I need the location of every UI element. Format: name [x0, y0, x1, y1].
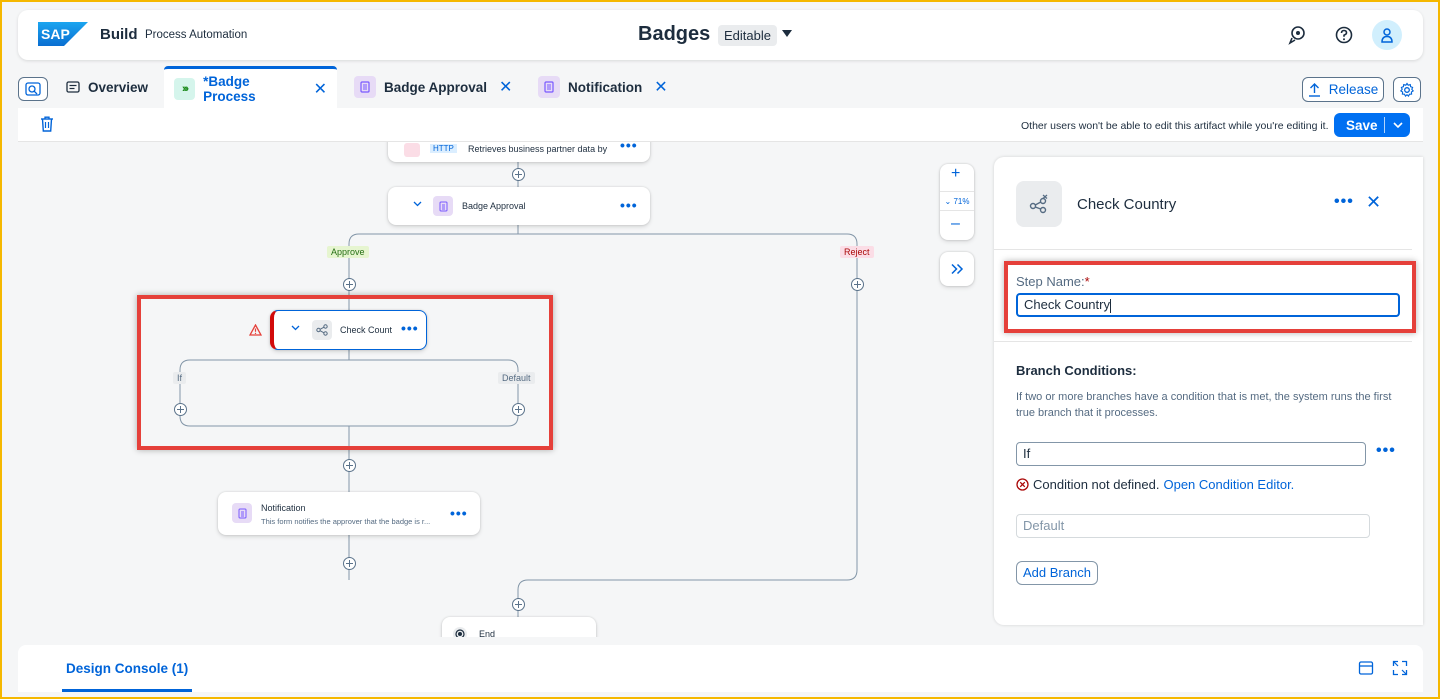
divider — [994, 341, 1412, 342]
more-icon[interactable]: ••• — [620, 197, 638, 213]
status-badge[interactable]: Editable — [718, 25, 777, 46]
user-icon — [1381, 28, 1393, 43]
edit-lock-note: Other users won't be able to edit this a… — [1021, 120, 1329, 132]
chevron-down-icon[interactable] — [413, 201, 422, 207]
node-tag: HTTP — [430, 144, 457, 153]
tab-label: Notification — [568, 79, 643, 95]
trash-icon[interactable] — [40, 116, 54, 132]
error-icon — [1016, 478, 1029, 491]
more-icon[interactable]: ••• — [450, 505, 468, 521]
more-icon[interactable]: ••• — [1334, 193, 1354, 211]
node-label: Notification — [261, 503, 306, 513]
process-icon: ››› — [174, 77, 196, 100]
node-notification[interactable]: Notification This form notifies the appr… — [218, 492, 480, 535]
overview-icon — [66, 81, 80, 93]
caret-down-icon[interactable] — [782, 30, 792, 37]
tab-badge-process[interactable]: ››› *Badge Process ✕ — [164, 66, 337, 108]
highlight-box — [137, 295, 553, 450]
app-frame: SAP Build Process Automation Badges Edit… — [2, 2, 1438, 697]
form-icon — [538, 76, 560, 98]
condition-error: Condition not defined. Open Condition Ed… — [1016, 477, 1294, 492]
close-icon[interactable]: ✕ — [1366, 192, 1381, 213]
tab-badge-approval[interactable]: Badge Approval ✕ — [344, 66, 522, 108]
settings-button[interactable] — [1393, 77, 1421, 102]
save-label: Save — [1346, 117, 1378, 133]
branch-conditions-help: If two or more branches have a condition… — [1016, 391, 1392, 419]
tab-label: *Badge Process — [203, 73, 256, 104]
stop-icon — [453, 627, 467, 637]
shell-bar: SAP Build Process Automation Badges Edit… — [18, 10, 1423, 60]
upload-icon — [1308, 82, 1320, 97]
panel-title: Check Country — [1077, 196, 1177, 213]
help-icon[interactable] — [1334, 25, 1354, 45]
branch-conditions-title: Branch Conditions: — [1016, 363, 1137, 378]
zoom-controls: + ⌄ 71% – — [940, 164, 974, 240]
product-name: Process Automation — [145, 29, 248, 41]
search-icon — [25, 82, 41, 96]
add-step-button[interactable] — [343, 459, 356, 472]
zoom-value: 71% — [953, 197, 970, 206]
page-title: Badges — [638, 23, 711, 45]
release-button[interactable]: Release — [1302, 77, 1384, 102]
feedback-icon[interactable] — [1287, 25, 1307, 45]
properties-panel: Check Country ••• ✕ Step Name:* Check Co… — [994, 157, 1423, 625]
save-button[interactable]: Save — [1334, 113, 1410, 137]
fullscreen-icon[interactable] — [1392, 660, 1408, 676]
close-icon[interactable]: ✕ — [499, 77, 512, 97]
branch-if-input[interactable]: If — [1016, 442, 1366, 466]
release-label: Release — [1328, 82, 1379, 97]
tab-label: Overview — [88, 79, 149, 95]
add-step-button[interactable] — [512, 598, 525, 611]
api-icon — [404, 143, 420, 157]
form-icon — [232, 503, 252, 523]
node-badge-approval[interactable]: Badge Approval ••• — [388, 187, 650, 225]
highlight-box — [1004, 261, 1416, 333]
add-step-button[interactable] — [343, 557, 356, 570]
branch-label-approve: Approve — [327, 246, 369, 258]
expand-panel-button[interactable] — [940, 252, 974, 286]
form-icon — [433, 196, 453, 216]
more-icon[interactable]: ••• — [1376, 442, 1396, 460]
editor-toolbar: Other users won't be able to edit this a… — [18, 108, 1423, 142]
brand-name: Build — [100, 26, 138, 43]
node-label: Retrieves business partner data by — [468, 144, 608, 154]
sap-logo[interactable]: SAP — [38, 22, 88, 46]
add-step-button[interactable] — [851, 278, 864, 291]
tab-notification[interactable]: Notification ✕ — [528, 66, 678, 108]
add-step-button[interactable] — [343, 278, 356, 291]
more-icon[interactable]: ••• — [620, 142, 638, 153]
tab-overview[interactable]: Overview — [56, 66, 158, 108]
close-icon[interactable]: ✕ — [314, 79, 327, 99]
gateway-icon — [1016, 181, 1062, 227]
divider — [994, 249, 1412, 250]
error-text: Condition not defined. — [1033, 477, 1160, 492]
avatar[interactable] — [1372, 20, 1402, 50]
tab-bar: Overview ››› *Badge Process ✕ Badge Appr… — [2, 66, 1438, 108]
open-condition-editor-link[interactable]: Open Condition Editor. — [1163, 477, 1294, 492]
tab-design-console[interactable]: Design Console (1) — [62, 645, 193, 692]
node-label: End — [479, 629, 496, 637]
node-end[interactable]: End — [442, 617, 596, 637]
branch-default-input[interactable]: Default — [1016, 514, 1370, 538]
process-canvas[interactable]: HTTP Retrieves business partner data by … — [18, 142, 992, 637]
sap-logo-text: SAP — [41, 26, 70, 42]
artifact-search-button[interactable] — [18, 77, 48, 101]
panel-layout-icon[interactable] — [1358, 660, 1374, 676]
add-branch-button[interactable]: Add Branch — [1016, 561, 1098, 585]
node-description: This form notifies the approver that the… — [261, 517, 431, 526]
node-business-partner[interactable]: HTTP Retrieves business partner data by … — [388, 142, 650, 162]
gear-icon — [1399, 82, 1415, 97]
tab-label: Badge Approval — [384, 79, 488, 95]
double-chevron-right-icon — [951, 263, 964, 275]
add-step-button[interactable] — [512, 168, 525, 181]
zoom-out-icon[interactable]: – — [951, 215, 960, 233]
zoom-level[interactable]: ⌄ 71% — [940, 191, 974, 211]
branch-label-reject: Reject — [840, 246, 874, 258]
form-icon — [354, 76, 376, 98]
chevron-down-icon[interactable] — [1385, 121, 1410, 129]
close-icon[interactable]: ✕ — [654, 77, 667, 97]
design-console: Design Console (1) — [18, 645, 1423, 692]
zoom-in-icon[interactable]: + — [951, 165, 960, 183]
node-label: Badge Approval — [462, 201, 526, 211]
